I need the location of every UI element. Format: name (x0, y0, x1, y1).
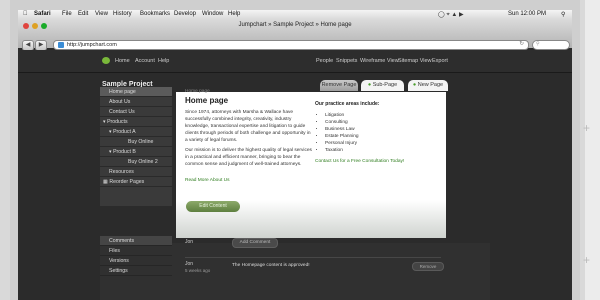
window-title: Jumpchart » Sample Project » Home page (238, 22, 352, 28)
menu-help[interactable]: Help (228, 11, 240, 17)
search-icon: ⚲ (536, 41, 540, 47)
page-contact-us[interactable]: Contact Us (100, 107, 172, 117)
mission-paragraph: Our mission is to deliver the highest qu… (185, 148, 312, 167)
list-item: Business Law (325, 126, 359, 133)
edit-content-button[interactable]: Edit Content (186, 201, 240, 212)
page-resources[interactable]: Resources (100, 167, 172, 177)
list-item: Consulting (325, 119, 359, 126)
nav-account[interactable]: Account (135, 58, 155, 64)
tab-settings-label: Settings (109, 268, 128, 274)
comment-user: Jon (185, 239, 194, 245)
page-products[interactable]: ▾ Products (100, 117, 172, 127)
page-products-label: Products (107, 119, 128, 125)
intro-paragraph: Since 1974, attorneys with Marsha & Wall… (185, 110, 311, 143)
sub-page-tab[interactable]: ● Sub-Page (361, 80, 404, 91)
tab-comments-label: Comments (109, 238, 135, 244)
status-icons: ◯ ⌖ ▲ ▶ (438, 12, 464, 18)
reorder-pages-button[interactable]: ▦ Reorder Pages (100, 177, 172, 187)
page-resources-label: Resources (109, 169, 134, 175)
apple-icon[interactable]:  (23, 11, 28, 17)
tab-files[interactable]: Files (100, 246, 172, 256)
reorder-pages-label: Reorder Pages (109, 179, 145, 185)
page-product-b-label: Product B (113, 149, 136, 155)
nav-export[interactable]: Export (432, 58, 448, 64)
reorder-icon: ▦ (103, 179, 108, 185)
page-product-a[interactable]: ▾ Product A (100, 127, 172, 137)
menu-develop[interactable]: Develop (174, 11, 196, 17)
menu-history[interactable]: History (113, 11, 132, 17)
page-contact-us-label: Contact Us (109, 109, 135, 115)
list-item: Personal Injury (325, 140, 359, 147)
page-about-us[interactable]: About Us (100, 97, 172, 107)
comment-timestamp: 5 weeks ago (185, 268, 211, 273)
menu-file[interactable]: File (62, 11, 72, 17)
tab-settings[interactable]: Settings (100, 266, 172, 276)
new-page-tab[interactable]: ● New Page (408, 80, 448, 91)
page-buy-online-label: Buy Online (128, 139, 154, 145)
page-buy-online[interactable]: Buy Online (100, 137, 172, 147)
comment-message: The Homepage content is approved! (232, 263, 310, 268)
page-product-b[interactable]: ▾ Product B (100, 147, 172, 157)
page-buy-online-2-label: Buy Online 2 (128, 159, 158, 165)
reload-icon[interactable]: ↻ (519, 41, 524, 47)
remove-page-label: Remove Page (321, 82, 357, 88)
expand-icon[interactable]: ▾ (109, 149, 112, 155)
nav-people[interactable]: People (316, 58, 333, 64)
page-product-a-label: Product A (113, 129, 136, 135)
list-item: Estate Planning (325, 133, 359, 140)
spotlight-icon[interactable]: ⚲ (561, 11, 565, 18)
page-buy-online-2[interactable]: Buy Online 2 (100, 157, 172, 167)
menu-safari[interactable]: Safari (34, 11, 51, 17)
tab-comments[interactable]: Comments (100, 236, 172, 246)
breadcrumb[interactable]: Home page (185, 89, 210, 94)
add-sub-page-icon: ● (367, 82, 372, 88)
tab-files-label: Files (109, 248, 120, 254)
comment-author: Jon (185, 261, 194, 267)
list-item: Litigation (325, 112, 359, 119)
plus-icon: + (583, 121, 591, 135)
tab-versions[interactable]: Versions (100, 256, 172, 266)
app-navbar (18, 50, 572, 73)
menu-bar:  Safari File Edit View History Bookmark… (18, 10, 572, 20)
screen:  Safari File Edit View History Bookmark… (18, 10, 572, 300)
page-home-label: Home page (109, 89, 136, 95)
nav-sitemap-view[interactable]: Sitemap View (398, 58, 432, 64)
add-comment-button[interactable]: Add Comment (232, 238, 278, 248)
menu-view[interactable]: View (95, 11, 108, 17)
menu-window[interactable]: Window (202, 11, 223, 17)
page-home[interactable]: Home page (100, 87, 172, 97)
sub-page-label: Sub-Page (372, 82, 398, 88)
add-page-icon: ● (412, 82, 417, 88)
menu-clock: Sun 12:00 PM (508, 11, 547, 17)
favicon-icon (58, 42, 64, 48)
plus-icon: + (583, 253, 591, 267)
nav-home[interactable]: Home (115, 58, 130, 64)
practice-list: Litigation Consulting Business Law Estat… (315, 112, 359, 154)
new-page-label: New Page (417, 82, 444, 88)
jumpchart-logo-icon[interactable] (102, 57, 110, 64)
remove-comment-button[interactable]: Remove (412, 262, 444, 271)
read-more-link[interactable]: Read More About Us (185, 178, 230, 183)
nav-help[interactable]: Help (158, 58, 169, 64)
divider (185, 257, 441, 258)
page-about-us-label: About Us (109, 99, 131, 105)
url-text: http://jumpchart.com (67, 42, 117, 48)
nav-snippets[interactable]: Snippets (336, 58, 357, 64)
menu-edit[interactable]: Edit (78, 11, 88, 17)
list-item: Taxation (325, 147, 359, 154)
expand-icon[interactable]: ▾ (109, 129, 112, 135)
consultation-link[interactable]: Contact Us for a Free Consultation Today… (315, 159, 404, 164)
page-title: Home page (185, 96, 229, 105)
practice-heading: Our practice areas include: (315, 101, 380, 107)
tab-versions-label: Versions (109, 258, 129, 264)
address-bar[interactable]: http://jumpchart.com ↻ (53, 40, 529, 50)
expand-icon[interactable]: ▾ (103, 119, 106, 125)
menu-bookmarks[interactable]: Bookmarks (140, 11, 170, 17)
remove-page-tab[interactable]: Remove Page (320, 80, 358, 91)
search-field[interactable]: ⚲ (532, 40, 570, 50)
nav-wireframe-view[interactable]: Wireframe View (360, 58, 399, 64)
